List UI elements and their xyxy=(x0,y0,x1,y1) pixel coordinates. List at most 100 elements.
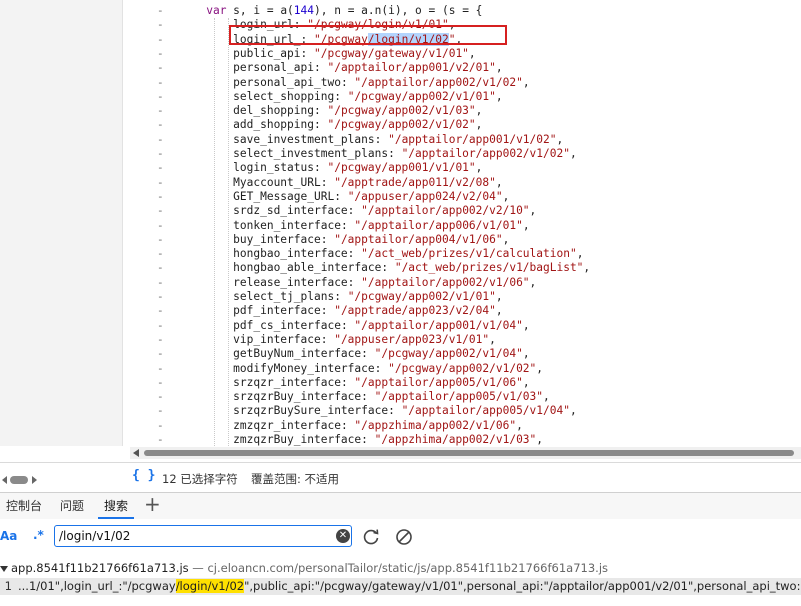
string-literal: "/apptailor/app002/v1/06" xyxy=(361,275,530,289)
result-snippet-match: /login/v1/02 xyxy=(175,579,245,593)
property-name: srzqzrBuy_interface xyxy=(233,390,362,404)
gutter-marker: - xyxy=(157,4,164,17)
gutter-marker: - xyxy=(157,247,164,261)
code-line: getBuyNum_interface: "/pcgway/app002/v1/… xyxy=(233,347,530,361)
scroll-left-arrow-icon[interactable] xyxy=(133,449,139,457)
search-field[interactable]: ✕ xyxy=(54,525,352,547)
pretty-print-icon[interactable]: { } xyxy=(132,468,155,483)
gutter-marker: - xyxy=(157,147,164,160)
code-line: srdz_sd_interface: "/apptailor/app002/v2… xyxy=(233,204,537,218)
property-name: zmzqzrBuy_interface xyxy=(233,433,362,446)
property-name: login_status xyxy=(233,161,314,175)
code-line: select_shopping: "/pcgway/app002/v1/01", xyxy=(233,89,503,103)
result-file-header[interactable]: app.8541f11b21766f61a713.js — cj.eloancn… xyxy=(0,561,608,575)
keyword: var xyxy=(206,4,227,17)
property-name: vip_interface xyxy=(233,332,321,346)
clear-icon[interactable]: ✕ xyxy=(336,529,350,543)
scrollbar-thumb[interactable] xyxy=(144,450,794,456)
code-editor[interactable]: ------------------------------- var s, i… xyxy=(0,0,801,446)
expand-caret-icon[interactable] xyxy=(0,565,8,572)
code-text: s, i = a( xyxy=(226,4,294,17)
gutter-marker: - xyxy=(157,18,164,32)
editor-horizontal-scrollbar[interactable] xyxy=(130,447,801,459)
result-match-row[interactable]: 1 ...1/01",login_url_:"/pcgway/login/v1/0… xyxy=(0,578,801,595)
number-literal: 144 xyxy=(293,4,315,17)
gutter-marker: - xyxy=(157,361,164,375)
gutter-marker: - xyxy=(157,232,164,246)
tab-search[interactable]: 搜索 xyxy=(98,493,135,519)
gutter-marker: - xyxy=(157,290,164,303)
code-line: login_status: "/pcgway/app001/v1/01", xyxy=(233,161,483,175)
property-name: hongbao_able_interface xyxy=(233,261,382,275)
string-literal: "/apptailor/app002/v1/02" xyxy=(401,147,570,160)
string-literal: "/pcgway/app002/v1/01" xyxy=(347,290,496,303)
code-line: select_investment_plans: "/apptailor/app… xyxy=(233,147,577,160)
property-name: personal_api_two xyxy=(233,75,341,89)
string-literal: "/apptrade/app023/v2/04" xyxy=(334,304,496,318)
gutter-marker: - xyxy=(157,118,164,132)
property-name: del_shopping xyxy=(233,104,314,118)
gutter-marker: - xyxy=(157,89,164,103)
gutter-marker: - xyxy=(157,189,164,203)
regex-toggle[interactable]: .* xyxy=(33,528,44,542)
gutter-marker: - xyxy=(157,261,164,275)
code-line-declaration: var s, i = a(144), n = a.n(i), o = (s = … xyxy=(186,4,482,18)
gutter-marker: - xyxy=(157,175,164,189)
code-line: zmzqzrBuy_interface: "/appzhima/app002/v… xyxy=(233,433,544,446)
drawer-tab-bar: 控制台 问题 搜索 + xyxy=(0,492,801,520)
property-name: pdf_cs_interface xyxy=(233,318,341,332)
tab-console[interactable]: 控制台 xyxy=(0,493,48,519)
scroll-right-arrow-icon[interactable] xyxy=(32,476,37,484)
string-literal: "/apptailor/app002/v2/10" xyxy=(361,204,530,218)
property-name: srdz_sd_interface xyxy=(233,204,348,218)
string-literal: "/pcgway/app002/v1/02" xyxy=(388,361,537,375)
string-literal: "/apptailor/app001/v1/02" xyxy=(388,132,557,146)
code-line: tonken_interface: "/apptailor/app006/v1/… xyxy=(233,218,530,232)
line-number-gutter xyxy=(0,0,123,446)
gutter-marker: - xyxy=(157,332,164,346)
code-line: add_shopping: "/pcgway/app002/v1/02", xyxy=(233,118,483,132)
string-literal: "/apptailor/app005/v1/06" xyxy=(354,375,523,389)
property-name: personal_api xyxy=(233,61,314,75)
scroll-left-arrow-icon[interactable] xyxy=(2,476,7,484)
search-input[interactable] xyxy=(59,528,329,544)
result-file-path: cj.eloancn.com/personalTailor/static/js/… xyxy=(207,561,609,575)
property-name: select_shopping xyxy=(233,89,335,103)
property-name: public_api xyxy=(233,46,301,60)
gutter-marker: - xyxy=(157,418,164,432)
add-tab-icon[interactable]: + xyxy=(144,492,161,516)
gutter-marker: - xyxy=(157,104,164,118)
code-line: srzqzr_interface: "/apptailor/app005/v1/… xyxy=(233,375,530,389)
string-literal: "/pcgway/app002/v1/01" xyxy=(347,89,496,103)
string-literal: "/pcgway/app001/v1/01" xyxy=(327,161,476,175)
refresh-icon[interactable] xyxy=(361,527,381,547)
property-name: tonken_interface xyxy=(233,218,341,232)
code-text: ), n = a.n(i), o = (s = { xyxy=(314,4,483,17)
string-literal: "/act_web/prizes/v1/bagList" xyxy=(394,261,584,275)
code-line: Myaccount_URL: "/apptrade/app011/v2/08", xyxy=(233,175,503,189)
match-case-toggle[interactable]: Aa xyxy=(0,529,17,543)
annotation-highlight-box xyxy=(229,25,507,45)
property-name: getBuyNum_interface xyxy=(233,347,362,361)
string-literal: "/apptailor/app005/v1/03" xyxy=(374,390,544,404)
property-name: zmzqzr_interface xyxy=(233,418,341,432)
tab-issues[interactable]: 问题 xyxy=(54,493,90,519)
code-line: srzqzrBuy_interface: "/apptailor/app005/… xyxy=(233,390,550,404)
string-literal: "/appzhima/app002/v1/06" xyxy=(354,418,517,432)
property-name: modifyMoney_interface xyxy=(233,361,375,375)
search-results: app.8541f11b21766f61a713.js — cj.eloancn… xyxy=(0,555,801,606)
navigator-scrollbar-thumb[interactable] xyxy=(10,476,28,484)
string-literal: "/pcgway/app002/v1/04" xyxy=(374,347,523,361)
clear-results-icon[interactable] xyxy=(394,527,414,547)
gutter-marker: - xyxy=(157,204,164,218)
result-snippet-post: ",public_api:"/pcgway/gateway/v1/01",per… xyxy=(244,579,801,593)
gutter-marker: - xyxy=(157,433,164,446)
code-line: srzqzrBuySure_interface: "/apptailor/app… xyxy=(233,404,577,418)
property-name: select_investment_plans xyxy=(233,147,389,160)
code-line: buy_interface: "/apptailor/app004/v1/06"… xyxy=(233,232,510,246)
code-line: personal_api_two: "/apptailor/app002/v1/… xyxy=(233,75,530,89)
string-literal: "/apptailor/app005/v1/04" xyxy=(401,404,570,418)
property-name: add_shopping xyxy=(233,118,314,132)
code-line: zmzqzr_interface: "/appzhima/app002/v1/0… xyxy=(233,418,523,432)
property-name: buy_interface xyxy=(233,232,321,246)
